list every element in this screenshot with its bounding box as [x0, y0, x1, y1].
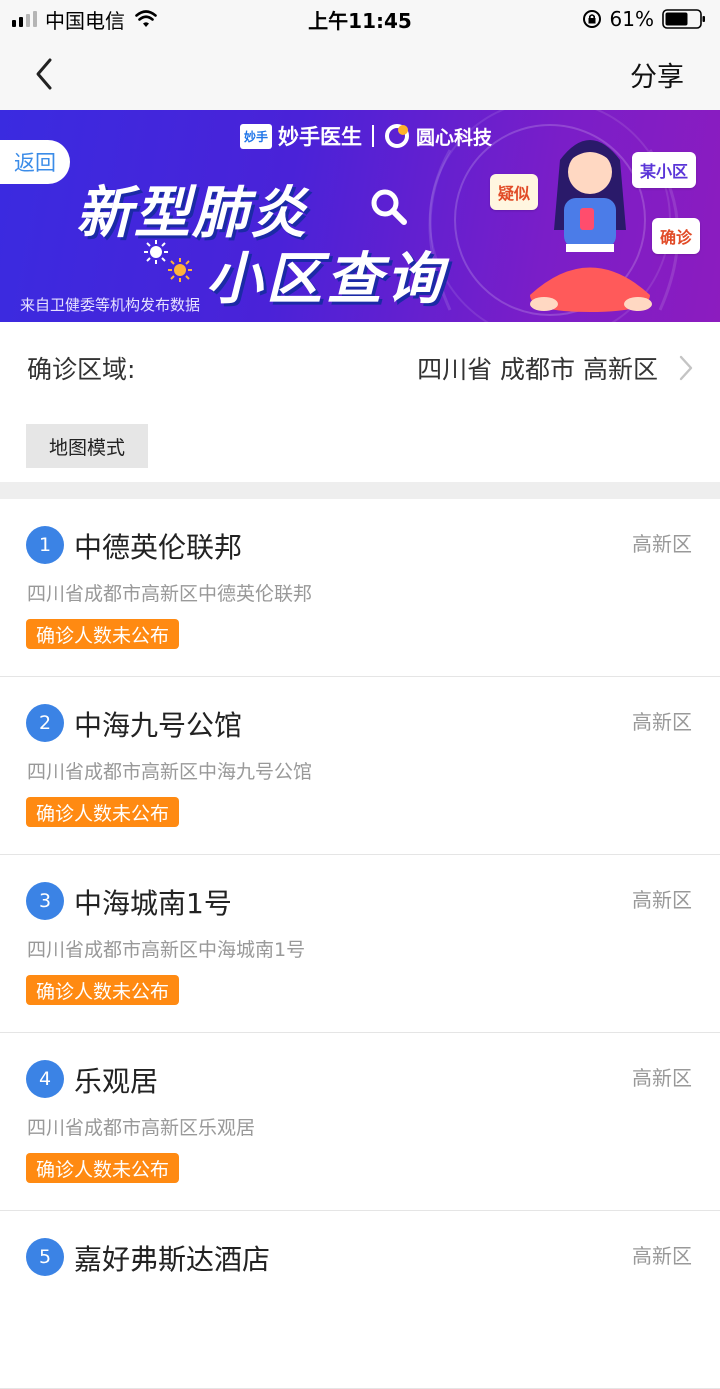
- share-button[interactable]: 分享: [630, 55, 684, 94]
- status-badge: 确诊人数未公布: [26, 1153, 180, 1183]
- brand-bar: 妙手 妙手医生 圆心科技: [240, 118, 492, 154]
- data-source-note: 来自卫健委等机构发布数据: [20, 296, 201, 314]
- list-item[interactable]: 5 嘉好弗斯达酒店 高新区: [0, 1211, 720, 1389]
- community-address: 四川省成都市高新区乐观居: [27, 1117, 256, 1139]
- community-address: 四川省成都市高新区中德英伦联邦: [27, 583, 313, 605]
- community-district: 高新区: [632, 1066, 692, 1090]
- list-item[interactable]: 3 中海城南1号 高新区 四川省成都市高新区中海城南1号 确诊人数未公布: [0, 855, 720, 1033]
- chevron-right-icon: [679, 355, 693, 381]
- nav-bar: 分享: [0, 38, 720, 110]
- community-address: 四川省成都市高新区中海九号公馆: [27, 761, 313, 783]
- region-value: 四川省 成都市 高新区: [417, 355, 658, 384]
- community-list: 1 中德英伦联邦 高新区 四川省成都市高新区中德英伦联邦 确诊人数未公布 2 中…: [0, 499, 720, 1389]
- battery-icon: [662, 9, 705, 29]
- status-badge: 确诊人数未公布: [26, 975, 180, 1005]
- index-badge: 1: [26, 526, 64, 564]
- battery-percent: 61%: [609, 7, 654, 31]
- status-badge: 确诊人数未公布: [26, 619, 180, 649]
- list-item[interactable]: 2 中海九号公馆 高新区 四川省成都市高新区中海九号公馆 确诊人数未公布: [0, 677, 720, 855]
- community-district: 高新区: [632, 1244, 692, 1268]
- status-badge: 确诊人数未公布: [26, 797, 180, 827]
- brand-miaoshou: 妙手医生: [278, 125, 363, 149]
- community-name: 乐观居: [74, 1065, 159, 1098]
- magnifier-icon: [371, 189, 407, 225]
- index-badge: 4: [26, 1060, 64, 1098]
- back-arrow-icon[interactable]: [26, 52, 66, 96]
- index-badge: 2: [26, 704, 64, 742]
- brand-divider: [372, 125, 375, 147]
- section-divider: [0, 482, 720, 499]
- rotation-lock-icon: [582, 10, 601, 28]
- community-address: 四川省成都市高新区中海城南1号: [27, 939, 306, 961]
- community-name: 中海城南1号: [74, 887, 232, 920]
- yuanxin-logo-icon: [385, 124, 410, 148]
- community-district: 高新区: [632, 888, 692, 912]
- virus-icon: [168, 258, 192, 282]
- miaoshou-logo: 妙手: [240, 123, 273, 149]
- return-button[interactable]: 返回: [0, 140, 70, 184]
- girl-illustration-icon: [530, 140, 652, 312]
- tag-confirmed: 确诊: [652, 218, 701, 254]
- region-label: 确诊区域:: [27, 355, 136, 384]
- banner-title-line2: 小区查询: [206, 247, 446, 312]
- tag-community: 某小区: [632, 152, 697, 188]
- community-district: 高新区: [632, 532, 692, 556]
- index-badge: 3: [26, 882, 64, 920]
- community-name: 中德英伦联邦: [74, 531, 243, 564]
- brand-yuanxin: 圆心科技: [416, 126, 493, 149]
- community-name: 中海九号公馆: [74, 709, 243, 742]
- map-mode-button[interactable]: 地图模式: [26, 424, 148, 468]
- status-bar: 中国电信 上午11:45 61%: [0, 0, 720, 38]
- region-selector[interactable]: 确诊区域: 四川省 成都市 高新区: [0, 322, 720, 412]
- community-name: 嘉好弗斯达酒店: [74, 1243, 271, 1276]
- banner: 返回 妙手 妙手医生 圆心科技 新型肺炎 小区查询 疑似 某小区 确诊 来自卫健…: [0, 110, 720, 322]
- tag-suspected: 疑似: [490, 174, 539, 210]
- status-right: 61%: [582, 6, 706, 32]
- list-item[interactable]: 4 乐观居 高新区 四川省成都市高新区乐观居 确诊人数未公布: [0, 1033, 720, 1211]
- index-badge: 5: [26, 1238, 64, 1276]
- community-district: 高新区: [632, 710, 692, 734]
- list-item[interactable]: 1 中德英伦联邦 高新区 四川省成都市高新区中德英伦联邦 确诊人数未公布: [0, 499, 720, 677]
